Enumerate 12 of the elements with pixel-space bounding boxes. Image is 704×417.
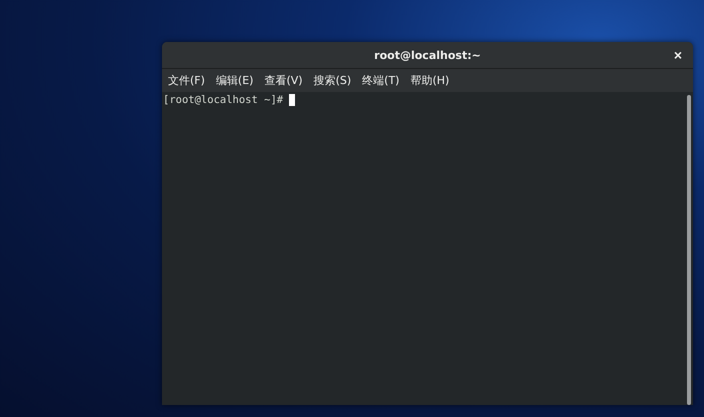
menu-item[interactable]: 帮助(H) xyxy=(410,73,450,88)
menu-item[interactable]: 搜索(S) xyxy=(314,73,352,88)
terminal-area[interactable]: [root@localhost ~]# xyxy=(162,92,693,405)
scrollbar[interactable] xyxy=(687,95,691,405)
window-title: root@localhost:~ xyxy=(374,48,481,62)
text-cursor xyxy=(289,94,296,106)
menu-item[interactable]: 查看(V) xyxy=(264,73,303,88)
menu-item[interactable]: 编辑(E) xyxy=(216,73,254,88)
menu-item[interactable]: 文件(F) xyxy=(168,73,205,88)
shell-prompt: [root@localhost ~]# xyxy=(163,94,284,106)
close-button[interactable]: × xyxy=(670,46,685,64)
menu-item[interactable]: 终端(T) xyxy=(362,73,400,88)
